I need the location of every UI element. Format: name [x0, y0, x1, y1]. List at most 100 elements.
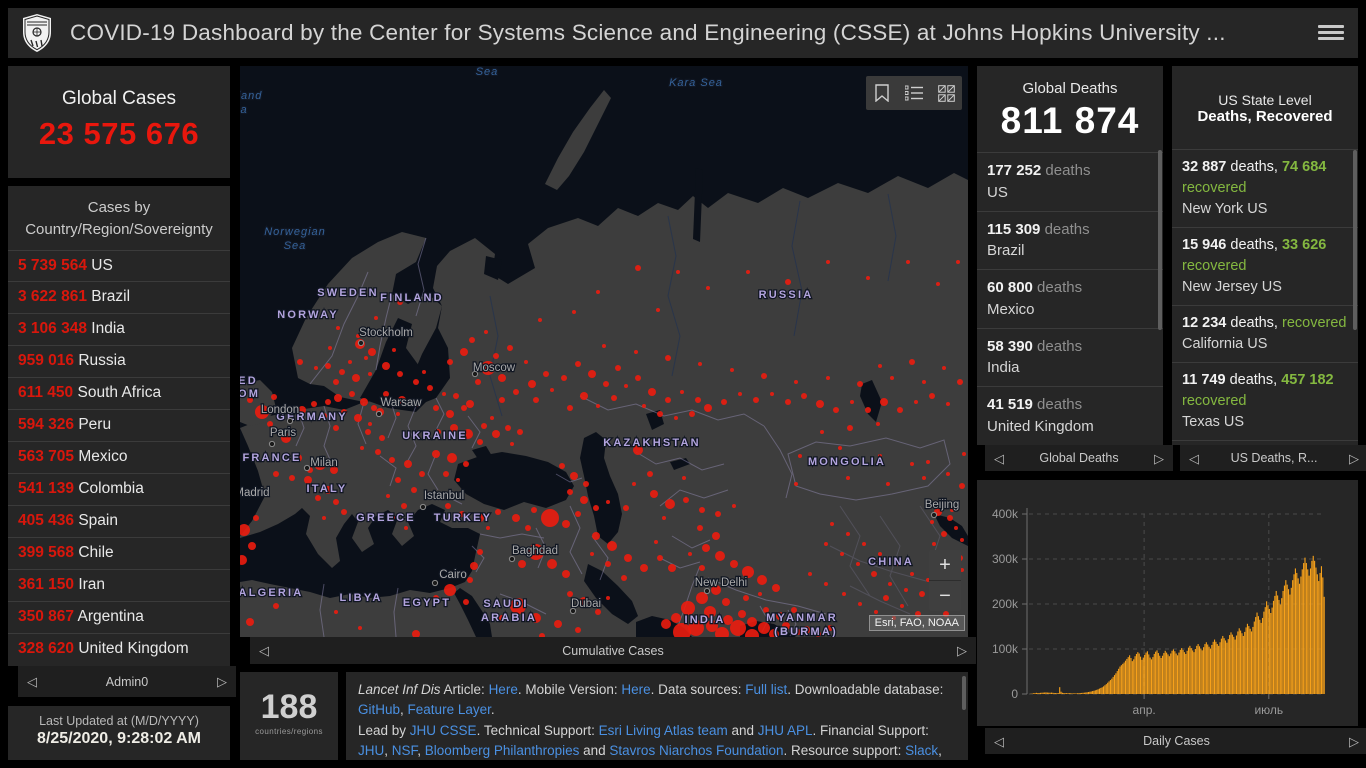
case-dot[interactable] [712, 532, 720, 540]
case-dot[interactable] [358, 626, 362, 630]
case-dot[interactable] [761, 373, 767, 379]
case-dot[interactable] [738, 392, 742, 396]
case-dot[interactable] [715, 511, 721, 517]
case-dot[interactable] [382, 362, 390, 370]
case-dot[interactable] [824, 542, 828, 546]
case-dot[interactable] [698, 362, 702, 366]
case-dot[interactable] [833, 407, 839, 413]
case-dot[interactable] [550, 388, 554, 392]
country-row[interactable]: 5 739 564 US [8, 249, 230, 282]
case-dot[interactable] [481, 423, 487, 429]
case-dot[interactable] [580, 496, 588, 504]
case-dot[interactable] [794, 482, 798, 486]
info-link[interactable]: Here [489, 682, 518, 697]
case-dot[interactable] [512, 514, 520, 522]
case-dot[interactable] [484, 330, 488, 334]
country-row[interactable]: 3 622 861 Brazil [8, 281, 230, 313]
case-dot[interactable] [747, 617, 757, 627]
country-row[interactable]: 594 326 Peru [8, 409, 230, 441]
next-arrow-icon[interactable]: ▷ [1154, 452, 1164, 465]
case-dot[interactable] [453, 393, 459, 399]
case-dot[interactable] [364, 356, 368, 360]
tab-daily-cases[interactable]: ◁ Daily Cases ▷ [985, 728, 1366, 754]
case-dot[interactable] [314, 366, 318, 370]
case-dot[interactable] [477, 549, 483, 555]
case-dot[interactable] [513, 389, 519, 395]
case-dot[interactable] [447, 359, 453, 365]
case-dot[interactable] [333, 425, 339, 431]
case-dot[interactable] [738, 610, 746, 618]
case-dot[interactable] [746, 270, 750, 274]
case-dot[interactable] [602, 344, 606, 348]
legend-icon[interactable] [898, 76, 930, 110]
case-dot[interactable] [699, 565, 705, 571]
case-dot[interactable] [590, 552, 594, 556]
case-dot[interactable] [824, 582, 828, 586]
case-dot[interactable] [808, 572, 812, 576]
case-dot[interactable] [721, 399, 727, 405]
case-dot[interactable] [640, 564, 648, 572]
death-row[interactable]: 177 252 deaths US [977, 152, 1163, 211]
case-dot[interactable] [730, 368, 734, 372]
case-dot[interactable] [847, 425, 853, 431]
country-row[interactable]: 405 436 Spain [8, 504, 230, 537]
info-link[interactable]: NSF [392, 743, 418, 758]
case-dot[interactable] [477, 439, 483, 445]
info-link[interactable]: Here [621, 682, 650, 697]
case-dot[interactable] [336, 326, 340, 330]
case-dot[interactable] [360, 398, 368, 406]
case-dot[interactable] [360, 446, 364, 450]
case-dot[interactable] [910, 572, 914, 576]
case-dot[interactable] [665, 499, 675, 509]
case-dot[interactable] [444, 584, 456, 596]
next-arrow-icon[interactable]: ▷ [1349, 452, 1359, 465]
case-dot[interactable] [371, 405, 377, 411]
next-arrow-icon[interactable]: ▷ [957, 644, 967, 657]
case-dot[interactable] [531, 507, 537, 513]
case-dot[interactable] [650, 490, 658, 498]
tab-cumulative-cases[interactable]: ◁ Cumulative Cases ▷ [250, 637, 976, 664]
tab-admin0[interactable]: ◁ Admin0 ▷ [18, 666, 236, 697]
case-dot[interactable] [878, 364, 882, 368]
case-dot[interactable] [525, 525, 531, 531]
case-dot[interactable] [395, 477, 401, 483]
death-row[interactable]: 60 800 deaths Mexico [977, 269, 1163, 328]
case-dot[interactable] [315, 495, 321, 501]
case-dot[interactable] [475, 379, 481, 385]
case-dot[interactable] [339, 369, 345, 375]
case-dot[interactable] [374, 316, 378, 320]
death-row[interactable]: 58 390 deaths India [977, 327, 1163, 387]
case-dot[interactable] [507, 345, 513, 351]
case-dot[interactable] [447, 453, 457, 463]
case-dot[interactable] [456, 478, 460, 482]
zoom-out-button[interactable]: − [929, 581, 961, 611]
case-dot[interactable] [404, 460, 412, 468]
case-dot[interactable] [603, 381, 609, 387]
case-dot[interactable] [906, 260, 910, 264]
case-dot[interactable] [443, 471, 449, 477]
bookmark-icon[interactable] [866, 76, 898, 110]
case-dot[interactable] [624, 384, 628, 388]
next-arrow-icon[interactable]: ▷ [217, 675, 227, 688]
case-dot[interactable] [442, 392, 446, 396]
case-dot[interactable] [758, 592, 762, 596]
case-dot[interactable] [593, 505, 599, 511]
case-dot[interactable] [904, 588, 908, 592]
case-dot[interactable] [386, 494, 390, 498]
case-dot[interactable] [886, 482, 890, 486]
case-dot[interactable] [325, 363, 331, 369]
case-dot[interactable] [914, 400, 918, 404]
case-dot[interactable] [922, 380, 926, 384]
info-link[interactable]: JHU [358, 743, 384, 758]
death-row[interactable]: 115 309 deaths Brazil [977, 210, 1163, 270]
case-dot[interactable] [562, 570, 570, 578]
case-dot[interactable] [567, 591, 573, 597]
state-row[interactable]: 12 234 deaths, recovered California US [1172, 305, 1358, 362]
case-dot[interactable] [842, 592, 846, 596]
case-dot[interactable] [460, 348, 468, 356]
case-dot[interactable] [467, 577, 473, 583]
case-dot[interactable] [936, 282, 940, 286]
case-dot[interactable] [248, 542, 256, 550]
case-dot[interactable] [730, 560, 738, 568]
case-dot[interactable] [946, 402, 950, 406]
